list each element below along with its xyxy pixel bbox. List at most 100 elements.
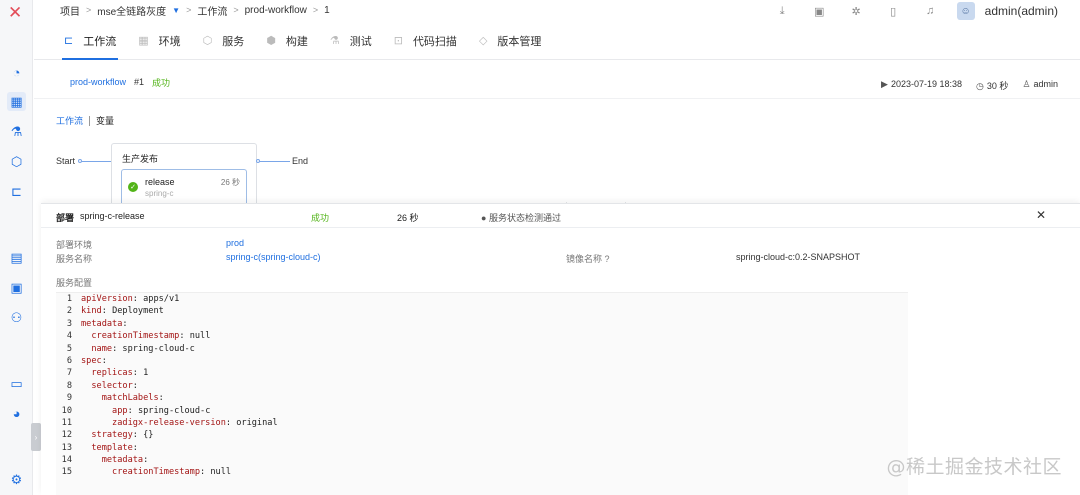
line-number: 3 bbox=[66, 318, 72, 329]
service-value: spring-c(spring-cloud-c) bbox=[226, 252, 321, 262]
code-text: strategy: {} bbox=[91, 430, 154, 441]
tab-environment[interactable]: ▦ 环境 bbox=[138, 22, 180, 60]
code-line: 7 replicas: 1 bbox=[56, 367, 908, 379]
caret-down-icon[interactable]: ▼ bbox=[172, 6, 180, 15]
stage-card: 生产发布 ✓ release spring-c 26 秒 bbox=[111, 143, 257, 205]
version-icon: ◇ bbox=[478, 35, 488, 47]
subtab-variables[interactable]: 变量 bbox=[96, 114, 114, 127]
breadcrumb-projects[interactable]: 项目 bbox=[60, 3, 80, 18]
tab-test[interactable]: ⚗ 测试 bbox=[330, 22, 372, 60]
duration: ◷ 30 秒 bbox=[976, 79, 1008, 92]
run-number: #1 bbox=[134, 77, 145, 87]
dashboard-icon[interactable]: ◔ bbox=[7, 63, 26, 82]
breadcrumb-run: 1 bbox=[324, 4, 330, 16]
breadcrumb-workflow[interactable]: prod-workflow bbox=[245, 5, 307, 16]
tab-build[interactable]: ⬢ 构建 bbox=[266, 22, 308, 60]
breadcrumb-separator: > bbox=[312, 5, 319, 15]
code-line: 15 creationTimestamp: null bbox=[56, 466, 908, 478]
code-line: 6 spec: bbox=[56, 355, 908, 367]
pipeline-graph: Start 生产发布 ✓ release spring-c 26 秒 End bbox=[56, 143, 656, 205]
yaml-key: zadigx-release-version bbox=[112, 417, 226, 428]
breadcrumb-project[interactable]: mse全链路灰度 bbox=[97, 3, 166, 18]
version-nav-icon[interactable]: ▣ bbox=[7, 278, 26, 297]
monitor-icon[interactable]: ▭ bbox=[7, 374, 26, 393]
start-time: ▶ 2023-07-19 18:38 bbox=[881, 79, 962, 92]
play-icon: ▶ bbox=[881, 79, 888, 89]
env-value-link[interactable]: prod bbox=[226, 238, 244, 248]
code-text: kind: Deployment bbox=[81, 306, 164, 317]
yaml-value: {} bbox=[143, 430, 154, 441]
service-label-text: 服务名称 bbox=[56, 254, 93, 264]
translate-icon[interactable]: ▣ bbox=[801, 5, 838, 18]
code-line: 2 kind: Deployment bbox=[56, 305, 908, 317]
code-line: 1 apiVersion: apps/v1 bbox=[56, 293, 908, 305]
yaml-key: app bbox=[112, 405, 128, 416]
health-check: ● 服务状态检测通过 bbox=[481, 211, 561, 224]
workflow-icon: ⊏ bbox=[64, 35, 74, 47]
tab-label: 环境 bbox=[158, 35, 181, 48]
left-nav-rail: ✕ ◔ ▦ ⚗ ⬡ ⊏ ▤ ▣ ⚇ ▭ ◕ ⚙ bbox=[0, 0, 33, 495]
sidebar-collapse-handle[interactable]: › bbox=[31, 423, 41, 451]
test-nav-icon[interactable]: ⚗ bbox=[7, 122, 26, 141]
line-number: 6 bbox=[66, 355, 72, 366]
line-number: 12 bbox=[61, 430, 72, 441]
health-check-text: 服务状态检测通过 bbox=[488, 213, 561, 223]
yaml-value: Deployment bbox=[112, 306, 164, 317]
close-icon[interactable]: ✕ bbox=[1036, 208, 1046, 222]
yaml-key: matchLabels bbox=[101, 393, 159, 404]
download-icon[interactable]: ⤓ bbox=[764, 5, 801, 18]
tab-code-scan[interactable]: ⊡ 代码扫描 bbox=[394, 22, 457, 60]
breadcrumb-separator: > bbox=[233, 5, 239, 15]
help-icon[interactable]: ? bbox=[605, 254, 610, 264]
template-icon[interactable]: ▤ bbox=[7, 248, 26, 267]
stats-icon[interactable]: ◕ bbox=[7, 404, 26, 423]
yaml-editor[interactable]: 1 apiVersion: apps/v1 2 kind: Deployment 3 me… bbox=[56, 292, 908, 495]
project-icon[interactable]: ▦ bbox=[7, 92, 26, 111]
line-number: 1 bbox=[66, 294, 72, 304]
yaml-key: creationTimestamp bbox=[91, 331, 180, 342]
service-value-link[interactable]: spring-c(spring-cloud-c) bbox=[226, 252, 321, 262]
line-number: 4 bbox=[66, 331, 72, 342]
yaml-key: template bbox=[91, 442, 133, 453]
line-number: 9 bbox=[66, 393, 72, 404]
line-number: 2 bbox=[66, 306, 72, 317]
tab-version[interactable]: ◇ 版本管理 bbox=[479, 22, 541, 60]
code-text: metadata: bbox=[81, 318, 128, 329]
panel-header: 部署 spring-c-release 成功 26 秒 ● 服务状态检测通过 ✕ bbox=[41, 204, 1080, 228]
env-icon: ▦ bbox=[138, 35, 149, 47]
env-value: prod bbox=[226, 238, 244, 248]
avatar[interactable]: ☺ bbox=[956, 2, 975, 20]
yaml-value: apps/v1 bbox=[143, 294, 180, 304]
yaml-value: spring-cloud-c bbox=[122, 343, 195, 354]
code-text: creationTimestamp: null bbox=[91, 331, 211, 342]
cube-icon[interactable]: ⬡ bbox=[7, 152, 26, 171]
job-card[interactable]: ✓ release spring-c 26 秒 bbox=[121, 169, 247, 205]
logo[interactable]: ✕ bbox=[8, 3, 22, 23]
breadcrumb-separator: > bbox=[86, 5, 92, 15]
info-icon: ● bbox=[481, 213, 487, 223]
build-icon: ⬢ bbox=[266, 35, 276, 47]
tab-label: 工作流 bbox=[83, 35, 117, 48]
tab-service[interactable]: ⬡ 服务 bbox=[203, 22, 245, 60]
job-type-label: 部署 bbox=[56, 213, 75, 223]
scan-icon: ⊡ bbox=[393, 35, 403, 47]
settings-icon[interactable]: ⚙ bbox=[7, 470, 26, 489]
docs-icon[interactable]: ▯ bbox=[875, 5, 912, 18]
stage-title: 生产发布 bbox=[122, 154, 159, 164]
workflow-nav-icon[interactable]: ⊏ bbox=[7, 182, 26, 201]
code-text: metadata: bbox=[101, 455, 149, 466]
line-number: 11 bbox=[61, 417, 72, 428]
bell-icon[interactable]: ♫ bbox=[912, 5, 949, 17]
watermark: @稀土掘金技术社区 bbox=[886, 456, 1062, 478]
plugin-icon[interactable]: ✲ bbox=[838, 5, 875, 18]
code-text: spec: bbox=[81, 355, 107, 366]
workflow-name-link[interactable]: prod-workflow bbox=[70, 77, 126, 87]
code-line: 14 metadata: bbox=[56, 454, 908, 466]
duration-value: 30 秒 bbox=[986, 81, 1009, 91]
app-root: ✕ ◔ ▦ ⚗ ⬡ ⊏ ▤ ▣ ⚇ ▭ ◕ ⚙ › 项目 > mse全链路灰度 … bbox=[0, 0, 1080, 495]
subtab-workflow[interactable]: 工作流 bbox=[56, 114, 83, 127]
users-icon[interactable]: ⚇ bbox=[7, 308, 26, 327]
user-name[interactable]: admin(admin) bbox=[985, 4, 1058, 18]
breadcrumb-workflows[interactable]: 工作流 bbox=[197, 3, 227, 18]
tab-workflow[interactable]: ⊏ 工作流 bbox=[61, 22, 119, 60]
